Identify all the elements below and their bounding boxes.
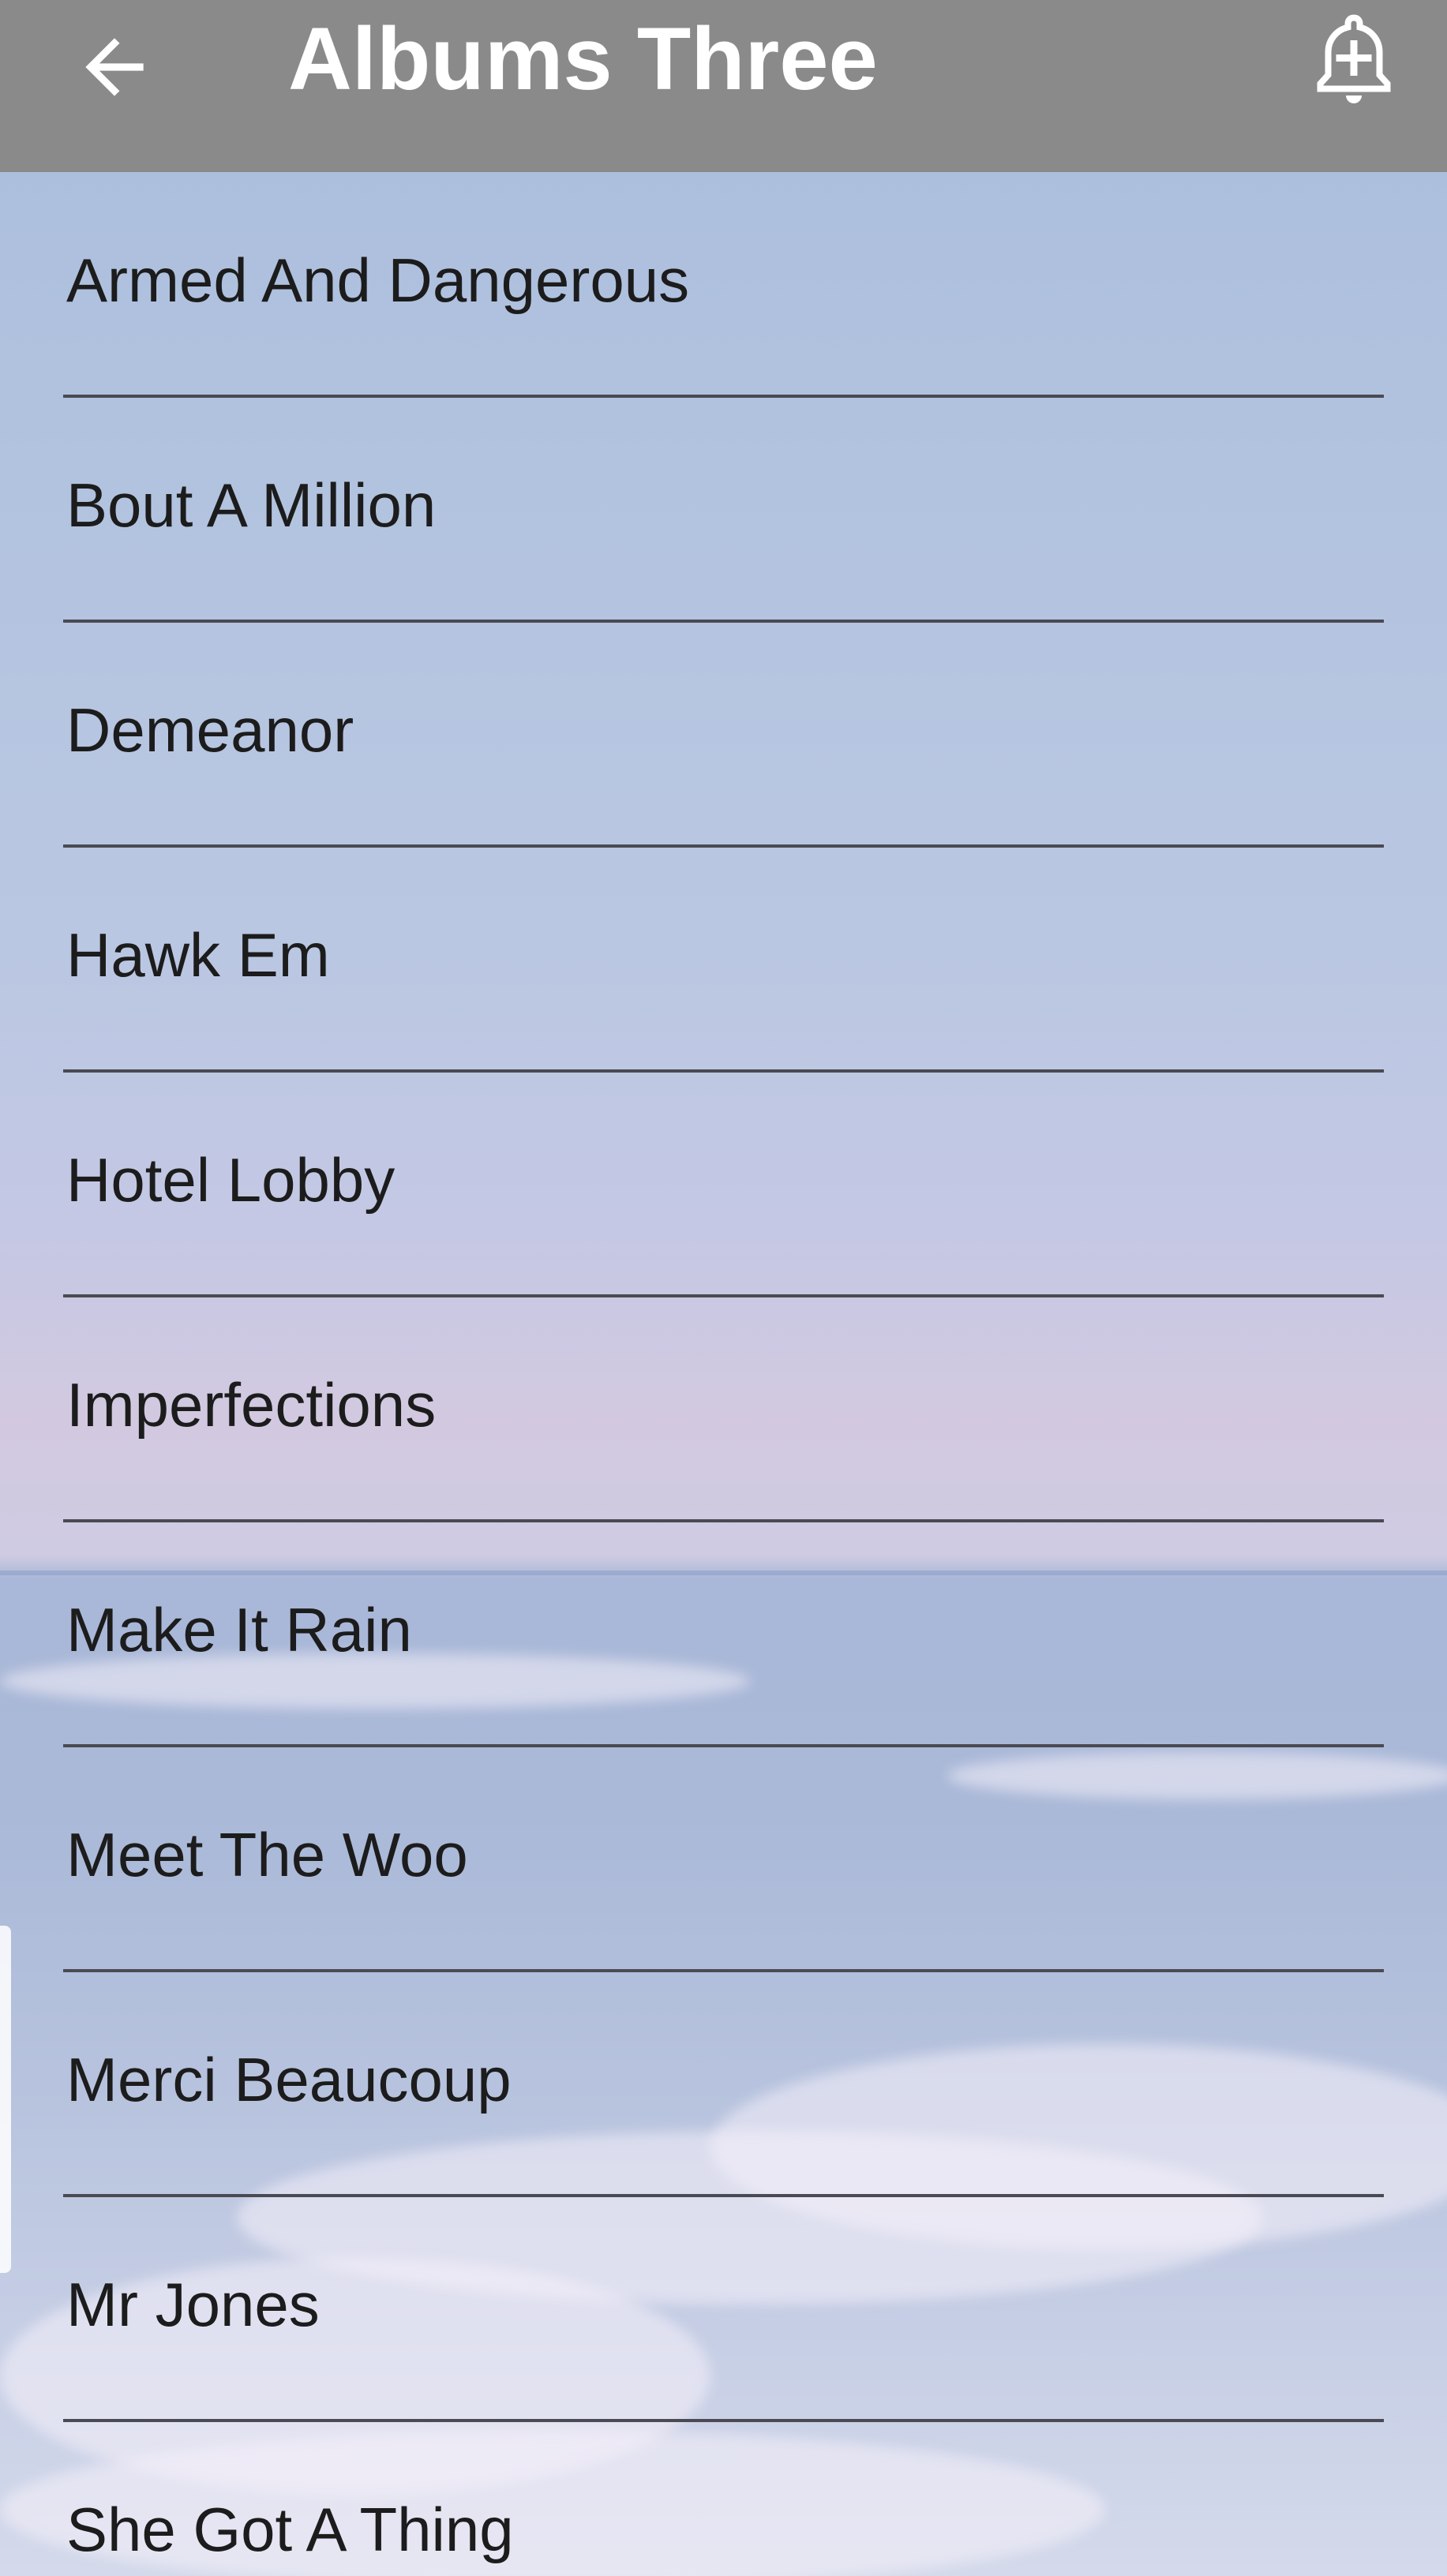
add-alert-icon: [1317, 14, 1391, 103]
app-bar: Albums Three: [0, 0, 1447, 172]
arrow-left-icon: [85, 38, 144, 96]
list-item[interactable]: Demeanor: [0, 622, 1447, 848]
song-title: Armed And Dangerous: [66, 245, 690, 315]
page-title: Albums Three: [288, 9, 878, 108]
song-title: Demeanor: [66, 695, 354, 765]
song-title: Make It Rain: [66, 1595, 412, 1664]
song-title: Mr Jones: [66, 2270, 320, 2339]
song-list: Armed And Dangerous Bout A Million Demea…: [0, 172, 1447, 2576]
list-item[interactable]: Mr Jones: [0, 2196, 1447, 2422]
edge-panel-handle[interactable]: [0, 1926, 11, 2273]
add-alert-button[interactable]: [1295, 0, 1413, 126]
song-title: She Got A Thing: [66, 2495, 514, 2564]
list-item[interactable]: Merci Beaucoup: [0, 1971, 1447, 2197]
song-title: Merci Beaucoup: [66, 2045, 512, 2114]
song-title: Imperfections: [66, 1370, 437, 1440]
list-item[interactable]: Make It Rain: [0, 1522, 1447, 1747]
list-item[interactable]: Imperfections: [0, 1297, 1447, 1522]
list-item[interactable]: Hotel Lobby: [0, 1072, 1447, 1297]
song-title: Bout A Million: [66, 470, 437, 540]
back-button[interactable]: [55, 8, 174, 126]
song-title: Hawk Em: [66, 920, 330, 990]
list-item[interactable]: Armed And Dangerous: [0, 172, 1447, 398]
song-title: Hotel Lobby: [66, 1145, 395, 1215]
list-item[interactable]: She Got A Thing: [0, 2421, 1447, 2576]
list-item[interactable]: Meet The Woo: [0, 1747, 1447, 1972]
song-title: Meet The Woo: [66, 1820, 468, 1889]
list-item[interactable]: Hawk Em: [0, 847, 1447, 1073]
list-item[interactable]: Bout A Million: [0, 397, 1447, 623]
